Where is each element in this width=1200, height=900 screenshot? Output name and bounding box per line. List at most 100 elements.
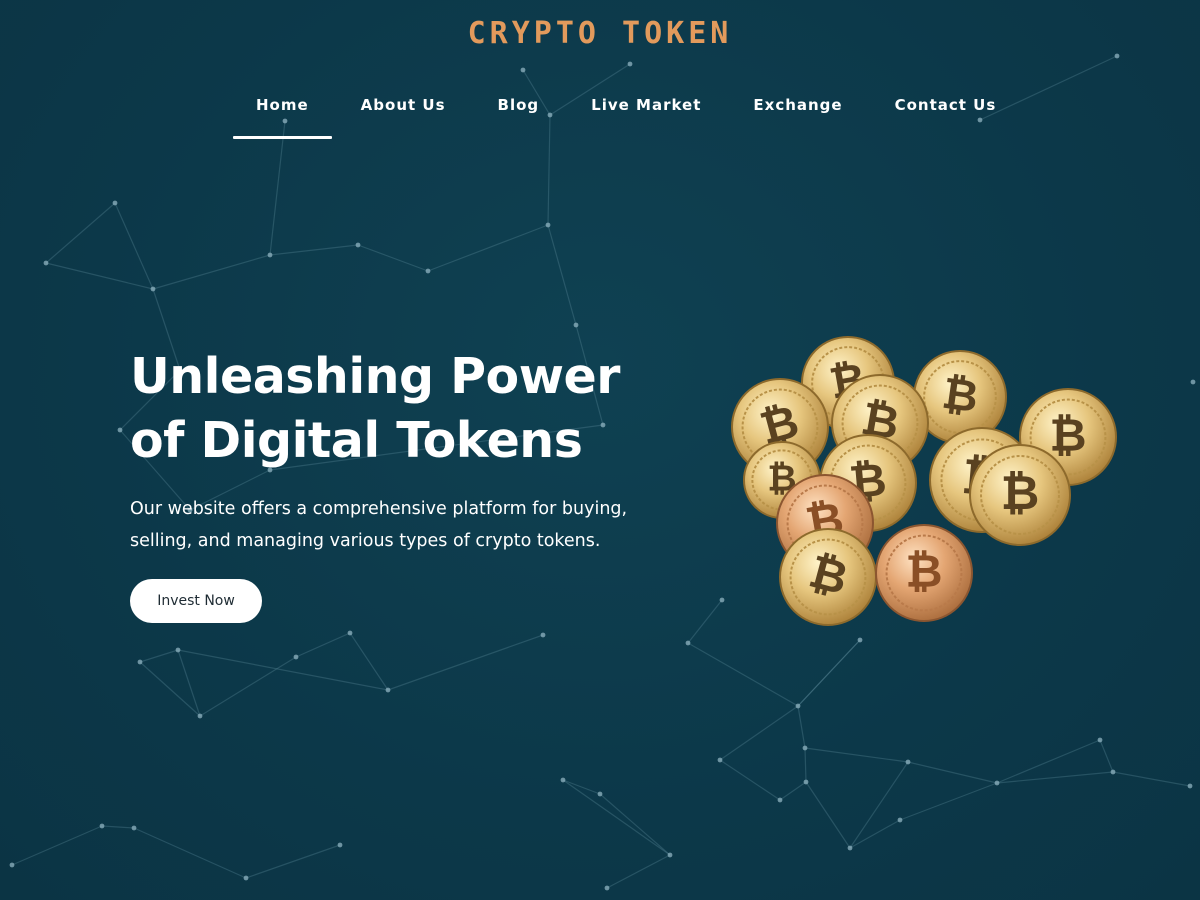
network-dot	[802, 745, 808, 751]
network-dot	[1110, 769, 1116, 775]
network-line	[996, 739, 1101, 784]
bitcoin-symbol-icon: ₿	[905, 544, 942, 597]
network-dot	[197, 713, 203, 719]
network-line	[427, 224, 549, 272]
network-line	[177, 649, 389, 691]
network-line	[11, 825, 103, 866]
network-dot	[9, 862, 15, 868]
nav-item-live-market[interactable]: Live Market	[565, 86, 727, 138]
hero-description: Our website offers a comprehensive platf…	[130, 499, 628, 551]
network-line	[269, 120, 286, 256]
invest-now-button[interactable]: Invest Now	[130, 579, 262, 623]
network-dot	[597, 791, 603, 797]
network-line	[805, 781, 851, 849]
network-dot	[857, 637, 863, 643]
network-dot	[150, 286, 156, 292]
network-dot	[777, 797, 783, 803]
network-dot	[355, 242, 361, 248]
network-dot	[540, 632, 546, 638]
network-dot	[385, 687, 391, 693]
bitcoin-symbol-icon: ₿	[939, 368, 981, 423]
network-line	[357, 244, 429, 272]
network-dot	[293, 654, 299, 660]
network-line	[295, 632, 351, 658]
network-line	[719, 759, 781, 801]
network-dot	[573, 322, 579, 328]
bitcoin-coin: ₿	[779, 528, 877, 626]
network-line	[849, 761, 909, 849]
bitcoin-symbol-icon: ₿	[1049, 408, 1086, 461]
nav-item-home[interactable]: Home	[230, 86, 335, 139]
network-line	[139, 649, 179, 663]
network-dot	[243, 875, 249, 881]
network-dot	[667, 852, 673, 858]
network-line	[562, 779, 671, 856]
network-dot	[545, 222, 551, 228]
network-line	[101, 825, 135, 829]
network-line	[152, 254, 271, 290]
network-dot	[175, 647, 181, 653]
brand-logo[interactable]: CRYPTO TOKEN	[0, 16, 1200, 51]
network-dot	[131, 825, 137, 831]
hero-title-line-1: Unleashing Power	[130, 348, 620, 405]
network-line	[907, 761, 998, 784]
network-dot	[1114, 53, 1120, 59]
network-line	[797, 639, 861, 707]
network-dot	[627, 61, 633, 67]
network-line	[269, 244, 359, 256]
hero-title: Unleashing Power of Digital Tokens	[130, 345, 690, 473]
network-dot	[795, 703, 801, 709]
network-dot	[43, 260, 49, 266]
network-line	[45, 202, 116, 264]
network-line	[349, 632, 389, 691]
network-line	[245, 844, 341, 879]
network-dot	[560, 777, 566, 783]
network-dot	[425, 268, 431, 274]
network-dot	[905, 759, 911, 765]
network-line	[1112, 771, 1191, 787]
network-dot	[99, 823, 105, 829]
network-dot	[1187, 783, 1193, 789]
network-dot	[685, 640, 691, 646]
network-line	[687, 599, 723, 644]
network-line	[797, 705, 806, 749]
nav-item-blog[interactable]: Blog	[472, 86, 566, 138]
network-line	[114, 202, 154, 290]
network-line	[779, 781, 807, 801]
network-line	[996, 771, 1114, 784]
bitcoin-coin: ₿	[969, 444, 1071, 546]
network-line	[45, 262, 154, 290]
network-line	[804, 747, 807, 783]
network-dot	[267, 252, 273, 258]
network-dot	[1097, 737, 1103, 743]
network-line	[199, 656, 297, 717]
nav-item-exchange[interactable]: Exchange	[727, 86, 868, 138]
bitcoin-coin: ₿	[875, 524, 973, 622]
hero-title-line-2: of Digital Tokens	[130, 412, 583, 469]
network-dot	[347, 630, 353, 636]
bitcoin-symbol-icon: ₿	[1001, 466, 1040, 521]
network-dot	[337, 842, 343, 848]
network-dot	[847, 845, 853, 851]
main-nav: Home About Us Blog Live Market Exchange …	[230, 86, 1023, 139]
network-line	[387, 634, 544, 691]
network-line	[719, 705, 799, 761]
network-line	[1099, 739, 1114, 773]
network-line	[133, 827, 247, 879]
network-dot	[117, 427, 123, 433]
nav-item-about-us[interactable]: About Us	[335, 86, 472, 138]
network-line	[804, 747, 909, 763]
network-line	[606, 854, 671, 889]
network-line	[849, 819, 901, 849]
network-dot	[604, 885, 610, 891]
network-dot	[137, 659, 143, 665]
network-dot	[520, 67, 526, 73]
network-line	[687, 642, 799, 707]
nav-item-contact-us[interactable]: Contact Us	[869, 86, 1023, 138]
network-line	[547, 224, 577, 326]
network-dot	[897, 817, 903, 823]
network-dot	[717, 757, 723, 763]
network-dot	[112, 200, 118, 206]
network-line	[599, 793, 671, 856]
network-dot	[994, 780, 1000, 786]
